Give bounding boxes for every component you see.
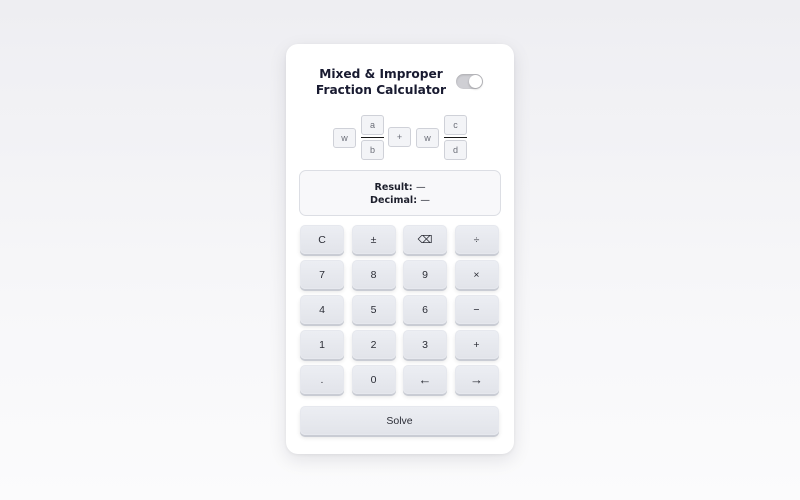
divide-button[interactable]: ÷ <box>454 225 499 254</box>
cursor-right-button[interactable]: → <box>454 365 499 394</box>
second-numerator-input[interactable]: c <box>444 115 467 135</box>
digit-4-button[interactable]: 4 <box>300 295 344 324</box>
subtract-button[interactable]: − <box>454 295 499 324</box>
first-fraction-bar <box>361 136 384 138</box>
title-line-2: Fraction Calculator <box>315 82 447 97</box>
second-whole-input[interactable]: w <box>416 128 439 148</box>
clear-button[interactable]: C <box>300 225 344 254</box>
digit-9-button[interactable]: 9 <box>403 260 447 289</box>
add-button[interactable]: + <box>454 330 499 359</box>
backspace-button[interactable]: ⌫ <box>403 225 447 254</box>
multiply-button[interactable]: × <box>454 260 499 289</box>
decimal-label: Decimal: <box>370 195 418 206</box>
second-denominator-input[interactable]: d <box>444 140 467 160</box>
digit-2-button[interactable]: 2 <box>351 330 396 359</box>
toggle-knob <box>469 75 482 88</box>
page-title: Mixed & Improper Fraction Calculator <box>296 67 466 98</box>
digit-3-button[interactable]: 3 <box>403 330 447 359</box>
cursor-left-button[interactable]: ← <box>403 365 447 394</box>
decimal-point-button[interactable]: . <box>300 365 344 394</box>
calculator-card: Mixed & Improper Fraction Calculator w a… <box>286 44 514 454</box>
solve-button[interactable]: Solve <box>300 406 499 435</box>
second-fraction-bar <box>444 136 467 138</box>
sign-toggle-button[interactable]: ± <box>351 225 396 254</box>
first-whole-input[interactable]: w <box>333 128 356 148</box>
first-numerator-input[interactable]: a <box>361 115 384 135</box>
result-value: — <box>415 182 426 193</box>
digit-8-button[interactable]: 8 <box>351 260 396 289</box>
digit-0-button[interactable]: 0 <box>351 365 396 394</box>
result-line: Result: — <box>300 181 500 194</box>
digit-7-button[interactable]: 7 <box>300 260 344 289</box>
operator-select[interactable]: + <box>388 127 411 147</box>
first-denominator-input[interactable]: b <box>361 140 384 160</box>
digit-5-button[interactable]: 5 <box>351 295 396 324</box>
digit-1-button[interactable]: 1 <box>300 330 344 359</box>
result-label: Result: <box>374 182 413 193</box>
decimal-value: — <box>420 195 430 206</box>
digit-6-button[interactable]: 6 <box>403 295 447 324</box>
result-display: Result: — Decimal: — <box>299 170 501 216</box>
mode-toggle[interactable] <box>456 74 483 89</box>
decimal-line: Decimal: — <box>300 194 500 207</box>
keypad: C ± ⌫ ÷ 7 8 9 × 4 5 6 − 1 2 3 + . 0 ← → <box>300 225 499 394</box>
title-line-1: Mixed & Improper <box>319 67 443 81</box>
